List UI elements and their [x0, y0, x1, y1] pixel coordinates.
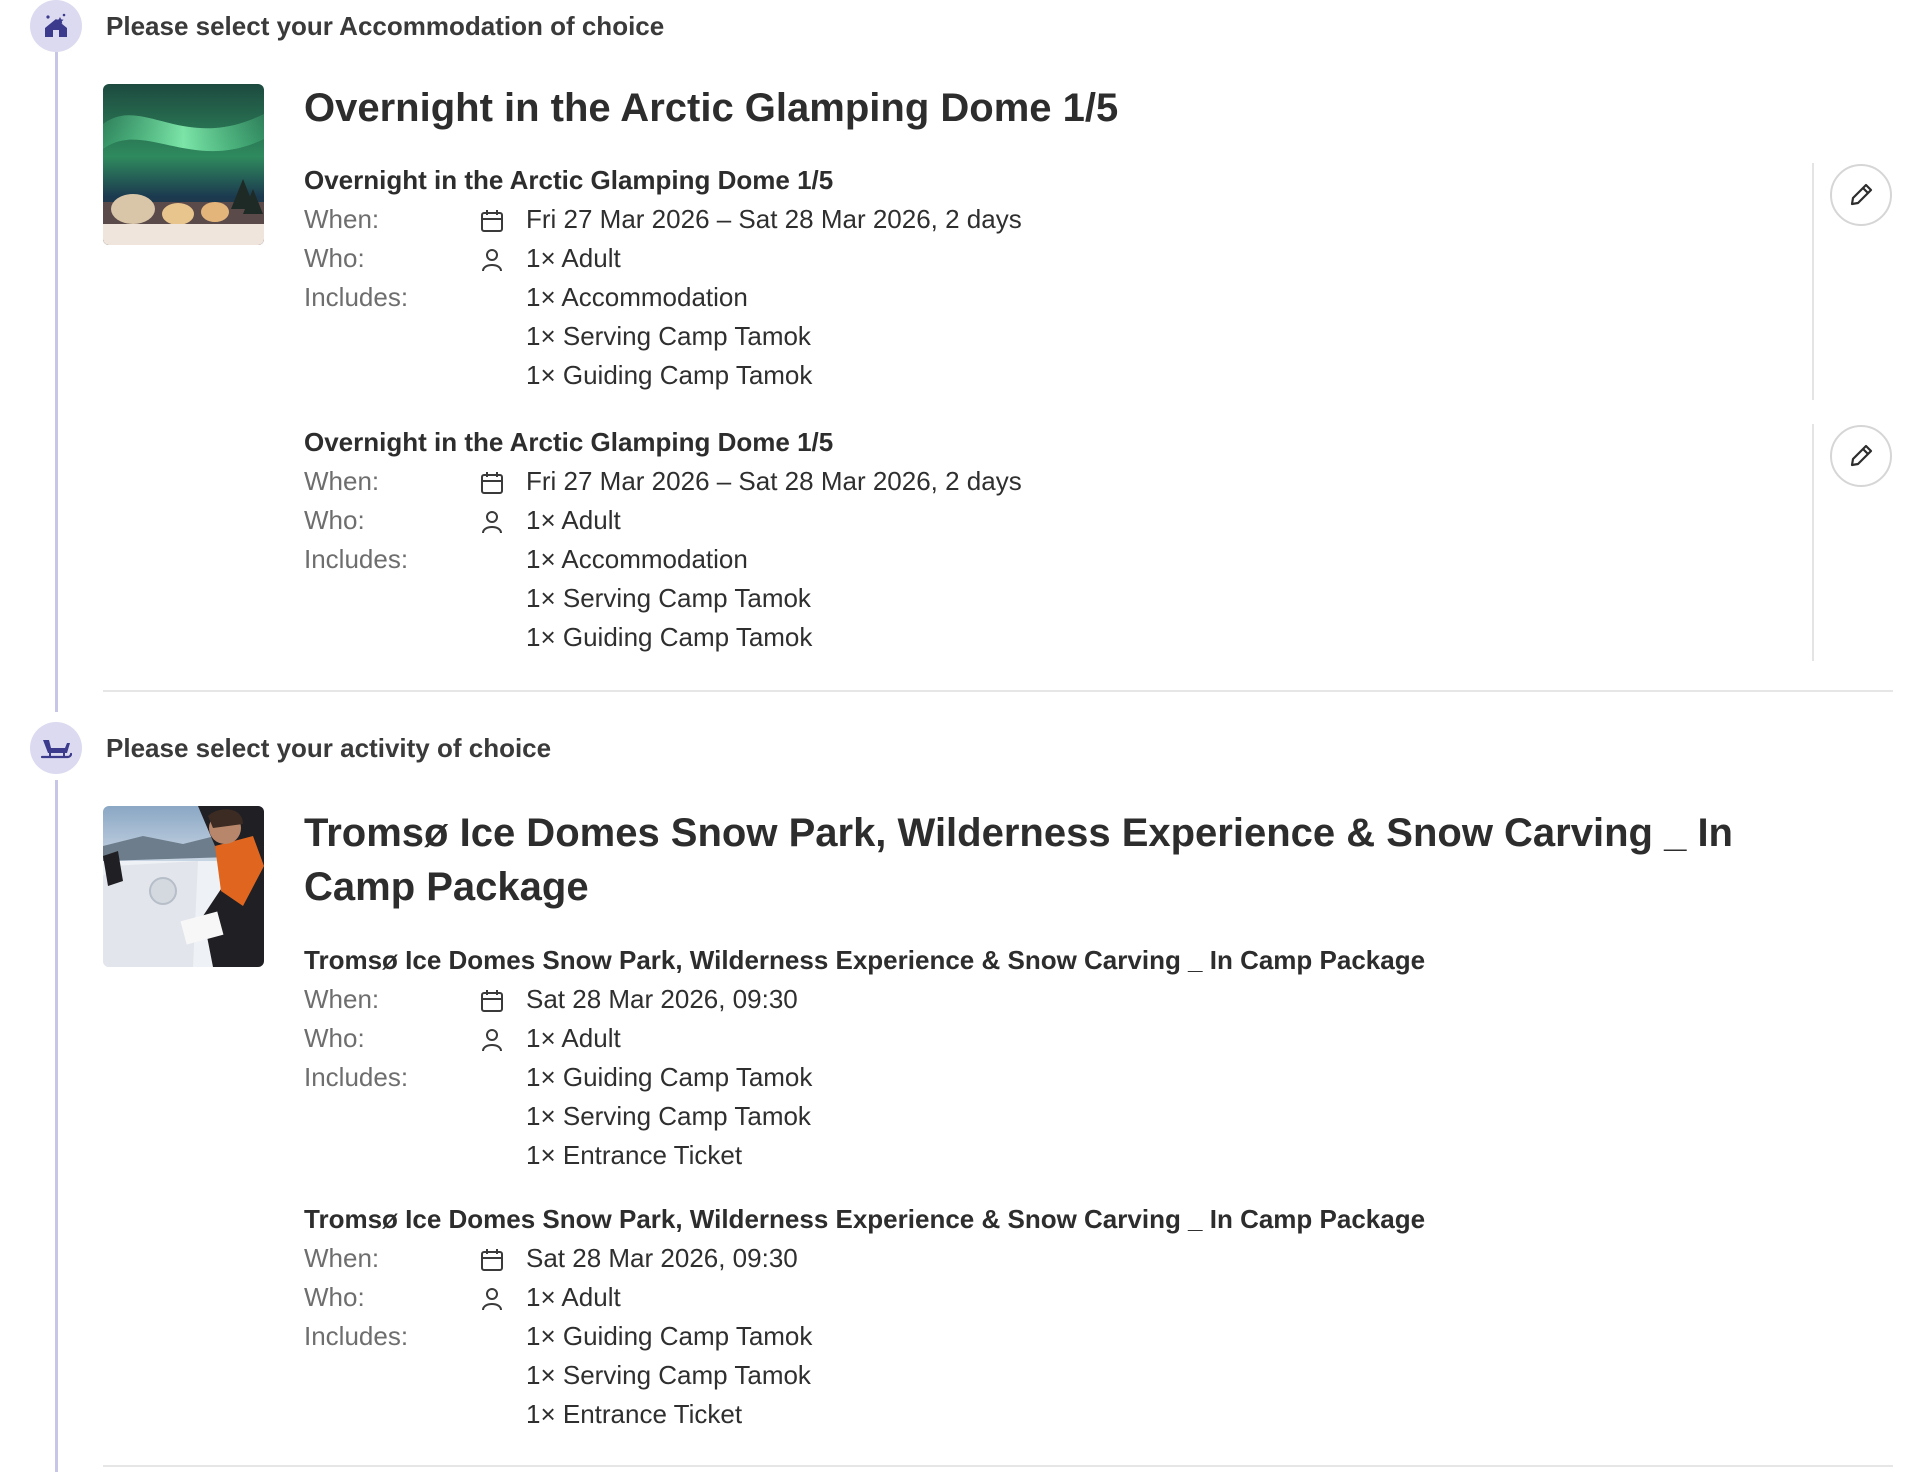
item-title: Overnight in the Arctic Glamping Dome 1/…	[304, 165, 834, 195]
timeline-line	[55, 52, 58, 712]
northern-lights-dome-photo	[103, 84, 264, 245]
who-value: 1× Adult	[526, 1282, 621, 1312]
booking-item: Tromsø Ice Domes Snow Park, Wilderness E…	[304, 940, 1904, 1175]
calendar-icon	[481, 990, 503, 1012]
who-label: Who:	[304, 1282, 365, 1312]
includes-label: Includes:	[304, 282, 409, 312]
who-value: 1× Adult	[526, 1023, 621, 1053]
includes-row: Includes: 1× Guiding Camp Tamok	[304, 1317, 1904, 1356]
section-divider	[103, 1465, 1893, 1467]
includes-row: 1× Serving Camp Tamok	[304, 317, 1904, 356]
product-title: Tromsø Ice Domes Snow Park, Wilderness E…	[304, 811, 1733, 909]
include-item: 1× Guiding Camp Tamok	[526, 1321, 813, 1351]
section-title: Please select your Accommodation of choi…	[106, 10, 665, 41]
snow-carving-photo	[103, 806, 264, 967]
item-title: Overnight in the Arctic Glamping Dome 1/…	[304, 427, 834, 457]
calendar-icon	[481, 472, 503, 494]
includes-row: 1× Serving Camp Tamok	[304, 579, 1904, 618]
when-value: Fri 27 Mar 2026 – Sat 28 Mar 2026, 2 day…	[526, 204, 1022, 234]
calendar-icon	[481, 1249, 503, 1271]
includes-row: 1× Serving Camp Tamok	[304, 1356, 1904, 1395]
includes-row: Includes: 1× Guiding Camp Tamok	[304, 1058, 1904, 1097]
include-item: 1× Serving Camp Tamok	[526, 1101, 811, 1131]
include-item: 1× Serving Camp Tamok	[526, 583, 811, 613]
edit-button[interactable]	[1830, 425, 1892, 487]
include-item: 1× Entrance Ticket	[526, 1399, 743, 1429]
booking-item: Tromsø Ice Domes Snow Park, Wilderness E…	[304, 1199, 1904, 1434]
who-value: 1× Adult	[526, 243, 621, 273]
when-label: When:	[304, 1243, 380, 1273]
when-label: When:	[304, 204, 380, 234]
who-row: Who: 1× Adult	[304, 1019, 1904, 1058]
person-icon	[482, 249, 502, 272]
include-item: 1× Serving Camp Tamok	[526, 1360, 811, 1390]
sleigh-icon	[30, 722, 82, 774]
who-row: Who: 1× Adult	[304, 1278, 1904, 1317]
person-icon	[482, 511, 502, 534]
who-row: Who: 1× Adult	[304, 239, 1904, 278]
includes-row: Includes: 1× Accommodation	[304, 278, 1904, 317]
when-row: When: Fri 27 Mar 2026 – Sat 28 Mar 2026,…	[304, 462, 1904, 501]
include-item: 1× Guiding Camp Tamok	[526, 622, 813, 652]
product-title: Overnight in the Arctic Glamping Dome 1/…	[304, 86, 1119, 130]
includes-row: 1× Guiding Camp Tamok	[304, 618, 1904, 657]
section-header: Please select your activity of choice	[30, 722, 551, 774]
booking-item: Overnight in the Arctic Glamping Dome 1/…	[304, 160, 1904, 395]
item-title: Tromsø Ice Domes Snow Park, Wilderness E…	[304, 1204, 1426, 1234]
booking-summary: Please select your Accommodation of choi…	[0, 0, 1930, 1472]
includes-label: Includes:	[304, 1321, 409, 1351]
who-value: 1× Adult	[526, 505, 621, 535]
section-header: Please select your Accommodation of choi…	[30, 0, 664, 52]
item-divider	[1812, 424, 1814, 661]
pencil-icon	[1850, 183, 1873, 206]
when-value: Sat 28 Mar 2026, 09:30	[526, 984, 798, 1014]
glamping-dome-icon	[30, 0, 82, 52]
includes-label: Includes:	[304, 1062, 409, 1092]
person-icon	[482, 1029, 502, 1052]
item-divider	[1812, 163, 1814, 400]
who-label: Who:	[304, 243, 365, 273]
when-label: When:	[304, 466, 380, 496]
section-title: Please select your activity of choice	[106, 732, 552, 763]
include-item: 1× Accommodation	[526, 544, 748, 574]
when-value: Sat 28 Mar 2026, 09:30	[526, 1243, 798, 1273]
includes-row: 1× Guiding Camp Tamok	[304, 356, 1904, 395]
include-item: 1× Guiding Camp Tamok	[526, 360, 813, 390]
booking-item: Overnight in the Arctic Glamping Dome 1/…	[304, 422, 1904, 657]
pencil-icon	[1850, 444, 1873, 467]
include-item: 1× Entrance Ticket	[526, 1140, 743, 1170]
includes-label: Includes:	[304, 544, 409, 574]
calendar-icon	[481, 210, 503, 232]
include-item: 1× Accommodation	[526, 282, 748, 312]
when-label: When:	[304, 984, 380, 1014]
who-label: Who:	[304, 505, 365, 535]
include-item: 1× Guiding Camp Tamok	[526, 1062, 813, 1092]
section-divider	[103, 690, 1893, 692]
includes-row: 1× Entrance Ticket	[304, 1136, 1904, 1175]
when-value: Fri 27 Mar 2026 – Sat 28 Mar 2026, 2 day…	[526, 466, 1022, 496]
who-row: Who: 1× Adult	[304, 501, 1904, 540]
item-title: Tromsø Ice Domes Snow Park, Wilderness E…	[304, 945, 1426, 975]
includes-row: 1× Serving Camp Tamok	[304, 1097, 1904, 1136]
who-label: Who:	[304, 1023, 365, 1053]
timeline-line	[55, 780, 58, 1472]
edit-button[interactable]	[1830, 164, 1892, 226]
when-row: When: Fri 27 Mar 2026 – Sat 28 Mar 2026,…	[304, 200, 1904, 239]
when-row: When: Sat 28 Mar 2026, 09:30	[304, 1239, 1904, 1278]
includes-row: 1× Entrance Ticket	[304, 1395, 1904, 1434]
when-row: When: Sat 28 Mar 2026, 09:30	[304, 980, 1904, 1019]
includes-row: Includes: 1× Accommodation	[304, 540, 1904, 579]
include-item: 1× Serving Camp Tamok	[526, 321, 811, 351]
person-icon	[482, 1288, 502, 1311]
